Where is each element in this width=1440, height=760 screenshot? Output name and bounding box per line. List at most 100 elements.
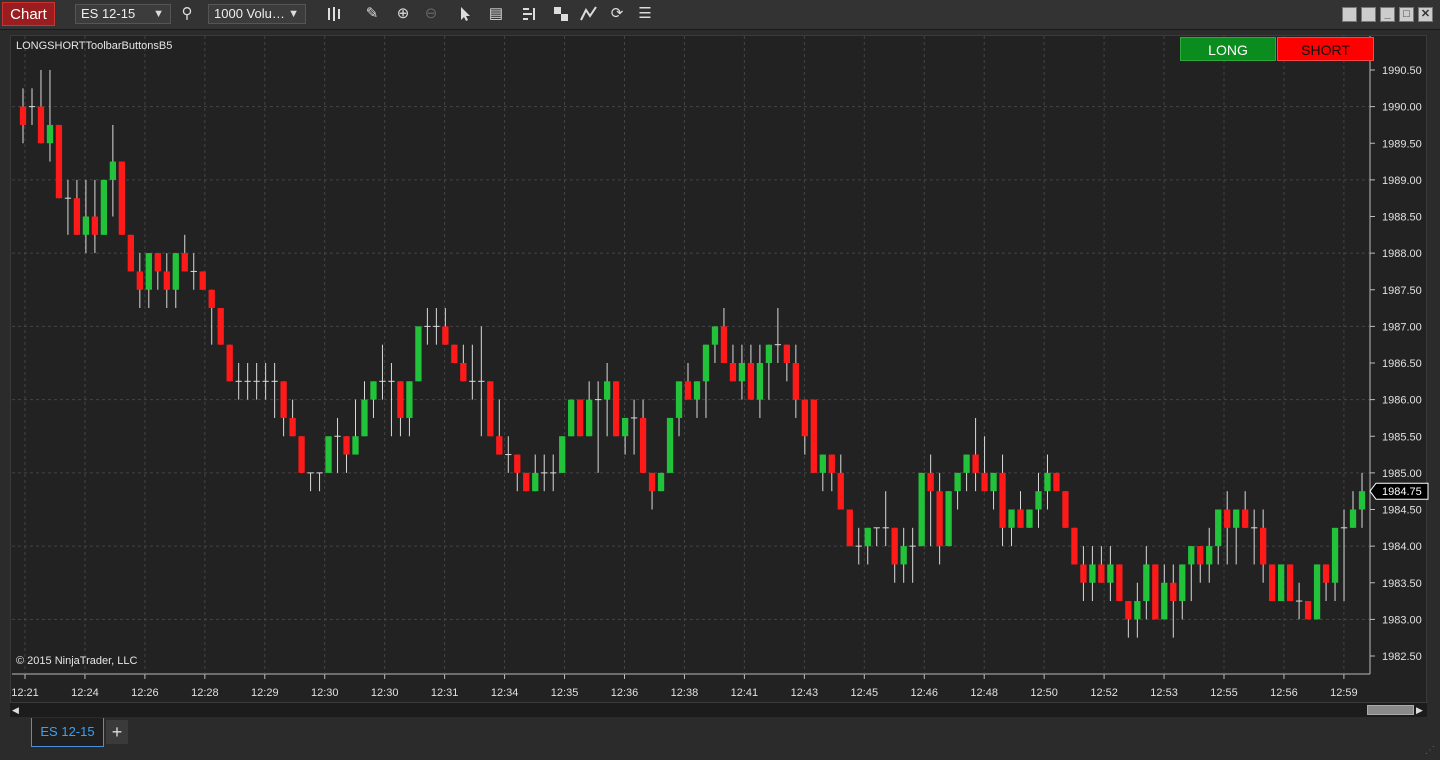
candle-down bbox=[612, 381, 620, 437]
short-button[interactable]: SHORT bbox=[1277, 37, 1374, 61]
candle-down bbox=[1260, 527, 1267, 565]
candle-down bbox=[298, 436, 305, 473]
candle-down bbox=[181, 253, 188, 272]
candle-up bbox=[756, 363, 764, 400]
candle-up bbox=[1313, 564, 1321, 620]
x-tick-label: 12:31 bbox=[431, 687, 459, 699]
scroll-thumb[interactable] bbox=[1367, 705, 1414, 715]
copyright-text: © 2015 NinjaTrader, LLC bbox=[16, 655, 138, 667]
candle-down bbox=[451, 344, 458, 363]
candle-down bbox=[891, 527, 898, 565]
x-tick-label: 12:38 bbox=[671, 687, 699, 699]
x-tick-label: 12:52 bbox=[1090, 687, 1118, 699]
candle-up bbox=[415, 326, 422, 382]
candle-down bbox=[1152, 564, 1159, 620]
candle-down bbox=[1304, 601, 1312, 620]
x-tick-label: 12:36 bbox=[611, 687, 639, 699]
y-tick-label: 1985.00 bbox=[1382, 468, 1422, 480]
candle-down bbox=[1017, 509, 1024, 528]
y-tick-label: 1990.50 bbox=[1382, 65, 1422, 77]
candle-up bbox=[990, 472, 997, 492]
x-tick-label: 12:26 bbox=[131, 687, 159, 699]
candle-up bbox=[361, 399, 368, 437]
candle-down bbox=[496, 436, 503, 455]
candle-down bbox=[91, 216, 99, 235]
y-tick-label: 1982.50 bbox=[1382, 651, 1422, 663]
candle-up bbox=[406, 381, 413, 418]
y-tick-label: 1988.50 bbox=[1382, 212, 1422, 224]
candle-up bbox=[819, 454, 826, 473]
resize-grip-icon[interactable]: ⋰ bbox=[1425, 745, 1437, 757]
candle-up bbox=[1215, 509, 1222, 547]
y-tick-label: 1983.00 bbox=[1382, 614, 1422, 626]
candle-down bbox=[1268, 564, 1276, 602]
x-tick-label: 12:30 bbox=[371, 687, 399, 699]
candle-down bbox=[226, 344, 233, 382]
candle-up bbox=[945, 491, 952, 547]
candle-up bbox=[1358, 491, 1366, 510]
candle-up bbox=[145, 253, 152, 290]
tab-es-12-15[interactable]: ES 12-15 bbox=[31, 718, 104, 747]
candle-up bbox=[693, 381, 701, 400]
candle-up bbox=[532, 472, 539, 492]
x-tick-label: 12:59 bbox=[1330, 687, 1358, 699]
x-tick-label: 12:30 bbox=[311, 687, 339, 699]
candle-down bbox=[1286, 564, 1294, 602]
add-tab-button[interactable]: + bbox=[106, 720, 128, 744]
candle-up bbox=[675, 381, 683, 418]
candle-down bbox=[199, 271, 206, 290]
candle-down bbox=[648, 472, 656, 492]
candle-up bbox=[918, 472, 925, 547]
candle-up bbox=[702, 344, 710, 382]
y-tick-label: 1987.00 bbox=[1382, 321, 1422, 333]
y-tick-label: 1989.00 bbox=[1382, 175, 1422, 187]
tab-bar bbox=[0, 718, 1440, 760]
candle-up bbox=[621, 417, 629, 437]
candle-down bbox=[1125, 601, 1132, 620]
candle-up bbox=[954, 472, 961, 492]
x-tick-label: 12:35 bbox=[551, 687, 579, 699]
candle-down bbox=[208, 289, 215, 309]
y-tick-label: 1984.00 bbox=[1382, 541, 1422, 553]
candle-down bbox=[217, 308, 224, 345]
candle-down bbox=[1224, 509, 1231, 528]
candle-up bbox=[352, 436, 359, 455]
candle-down bbox=[810, 399, 817, 473]
scroll-left-icon[interactable]: ◀ bbox=[12, 705, 19, 716]
candle-up bbox=[1134, 601, 1141, 620]
candle-down bbox=[927, 472, 934, 492]
candle-down bbox=[523, 472, 530, 492]
candle-down bbox=[1071, 527, 1078, 565]
candle-up bbox=[1188, 546, 1195, 565]
x-tick-label: 12:53 bbox=[1150, 687, 1178, 699]
candle-up bbox=[1035, 491, 1042, 510]
long-button[interactable]: LONG bbox=[1180, 37, 1276, 61]
x-tick-label: 12:29 bbox=[251, 687, 279, 699]
candle-up bbox=[657, 472, 665, 492]
candle-up bbox=[1206, 546, 1213, 565]
x-tick-label: 12:55 bbox=[1210, 687, 1238, 699]
candle-down bbox=[801, 399, 808, 437]
candle-up bbox=[1331, 527, 1339, 583]
candle-up bbox=[1179, 564, 1186, 602]
candle-down bbox=[846, 509, 853, 547]
horizontal-scrollbar[interactable]: ◀ ▶ bbox=[10, 703, 1427, 717]
scroll-right-icon[interactable]: ▶ bbox=[1416, 705, 1423, 716]
candle-up bbox=[1107, 564, 1114, 583]
candle-down bbox=[729, 363, 737, 382]
candle-down bbox=[1098, 564, 1105, 583]
y-tick-label: 1986.50 bbox=[1382, 358, 1422, 370]
candle-down bbox=[684, 381, 692, 400]
candle-up bbox=[568, 399, 575, 437]
candle-up bbox=[666, 417, 674, 473]
candle-down bbox=[136, 271, 143, 290]
candle-up bbox=[325, 436, 332, 473]
candle-up bbox=[900, 546, 907, 565]
candle-up bbox=[370, 381, 377, 400]
candle-up bbox=[1026, 509, 1033, 528]
price-chart[interactable]: 1990.50 1990.00 1989.50 1989.00 1988.50 1988.… bbox=[0, 0, 1440, 705]
candle-up bbox=[1089, 564, 1096, 583]
candle-down bbox=[837, 472, 844, 510]
candle-down bbox=[280, 381, 287, 418]
candle-up bbox=[738, 363, 746, 382]
